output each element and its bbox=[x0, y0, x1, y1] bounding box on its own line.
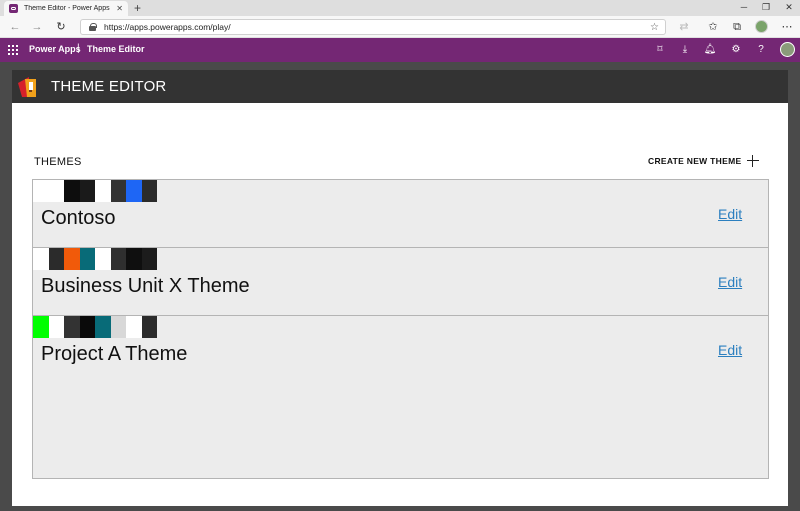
create-new-theme-label: CREATE NEW THEME bbox=[648, 156, 742, 166]
color-swatch bbox=[95, 180, 111, 202]
lock-icon bbox=[89, 23, 97, 31]
forward-icon[interactable]: → bbox=[29, 19, 45, 35]
color-swatches bbox=[33, 248, 157, 270]
user-avatar[interactable] bbox=[780, 42, 795, 57]
edit-theme-link[interactable]: Edit bbox=[718, 274, 742, 290]
color-swatches bbox=[33, 180, 157, 202]
notifications-bell-icon[interactable]: 🔔︎ bbox=[703, 43, 717, 57]
header-separator: | bbox=[77, 43, 80, 54]
color-swatch bbox=[95, 248, 111, 270]
browser-tab[interactable]: Theme Editor - Power Apps ✕ bbox=[4, 1, 128, 16]
color-swatch bbox=[141, 248, 157, 270]
color-swatch bbox=[79, 248, 95, 270]
url-text: https://apps.powerapps.com/play/ bbox=[104, 22, 231, 32]
theme-name: Contoso bbox=[41, 207, 116, 229]
fit-to-window-icon[interactable]: ⌑ bbox=[653, 43, 667, 57]
color-swatch bbox=[126, 180, 142, 202]
minimize-icon[interactable]: ─ bbox=[738, 2, 750, 12]
themes-gallery: Contoso Edit Business Unit X Theme Edit … bbox=[32, 179, 769, 479]
color-swatch bbox=[126, 316, 142, 338]
create-new-theme-button[interactable]: CREATE NEW THEME bbox=[648, 155, 760, 167]
browser-toolbar: ← → ↻ https://apps.powerapps.com/play/ ☆… bbox=[0, 16, 800, 38]
color-swatch bbox=[64, 180, 80, 202]
app-title: THEME EDITOR bbox=[51, 78, 167, 95]
download-icon[interactable]: ⤓ bbox=[678, 43, 692, 57]
refresh-icon[interactable]: ↻ bbox=[53, 19, 69, 35]
tab-close-icon[interactable]: ✕ bbox=[116, 4, 123, 13]
browser-profile-avatar[interactable] bbox=[755, 20, 768, 33]
collections-icon[interactable]: ⧉ bbox=[729, 19, 745, 35]
color-swatch bbox=[64, 248, 80, 270]
theme-name: Project A Theme bbox=[41, 343, 188, 365]
extensions-icon[interactable]: ⇄ bbox=[676, 19, 692, 35]
edit-theme-link[interactable]: Edit bbox=[718, 206, 742, 222]
app-launcher-icon[interactable] bbox=[8, 45, 18, 55]
theme-row[interactable]: Contoso Edit bbox=[33, 180, 768, 248]
plus-icon bbox=[747, 155, 760, 167]
color-swatch bbox=[110, 316, 126, 338]
color-swatch bbox=[64, 316, 80, 338]
color-swatch bbox=[33, 316, 49, 338]
color-swatch bbox=[110, 180, 126, 202]
color-swatch bbox=[141, 316, 157, 338]
color-swatch bbox=[141, 180, 157, 202]
color-swatch bbox=[48, 248, 64, 270]
power-apps-favicon-icon bbox=[9, 4, 18, 13]
product-name[interactable]: Power Apps bbox=[29, 44, 81, 54]
favorite-star-icon[interactable]: ☆ bbox=[650, 22, 659, 33]
app-header: THEME EDITOR bbox=[12, 70, 788, 103]
themes-heading: THEMES bbox=[34, 156, 82, 168]
theme-name: Business Unit X Theme bbox=[41, 275, 250, 297]
color-swatch bbox=[79, 180, 95, 202]
color-swatch bbox=[48, 180, 64, 202]
color-swatch bbox=[126, 248, 142, 270]
color-swatch bbox=[110, 248, 126, 270]
theme-row[interactable]: Project A Theme Edit bbox=[33, 316, 768, 384]
app-body: THEMES CREATE NEW THEME Contoso Edit Bus… bbox=[12, 103, 788, 506]
favorites-icon[interactable]: ✩ bbox=[705, 19, 721, 35]
settings-gear-icon[interactable]: ⚙ bbox=[729, 43, 743, 57]
color-swatch bbox=[48, 316, 64, 338]
more-menu-icon[interactable]: ⋯ bbox=[779, 19, 795, 35]
maximize-icon[interactable]: ❐ bbox=[760, 2, 772, 13]
app-name: Theme Editor bbox=[87, 44, 145, 54]
edit-theme-link[interactable]: Edit bbox=[718, 342, 742, 358]
help-icon[interactable]: ? bbox=[754, 43, 768, 57]
color-swatches bbox=[33, 316, 157, 338]
address-bar[interactable]: https://apps.powerapps.com/play/ ☆ bbox=[80, 19, 666, 35]
window-close-icon[interactable]: ✕ bbox=[783, 2, 795, 13]
color-swatch bbox=[79, 316, 95, 338]
theme-editor-logo-icon bbox=[18, 77, 36, 97]
color-swatch bbox=[95, 316, 111, 338]
tab-title: Theme Editor - Power Apps bbox=[24, 5, 110, 12]
new-tab-icon[interactable]: + bbox=[134, 1, 141, 15]
back-icon[interactable]: ← bbox=[7, 19, 23, 35]
color-swatch bbox=[33, 248, 49, 270]
browser-tab-strip: Theme Editor - Power Apps ✕ + ─ ❐ ✕ bbox=[0, 0, 800, 16]
power-apps-header: Power Apps | Theme Editor ⌑ ⤓ 🔔︎ ⚙ ? bbox=[0, 38, 800, 62]
theme-row[interactable]: Business Unit X Theme Edit bbox=[33, 248, 768, 316]
color-swatch bbox=[33, 180, 49, 202]
